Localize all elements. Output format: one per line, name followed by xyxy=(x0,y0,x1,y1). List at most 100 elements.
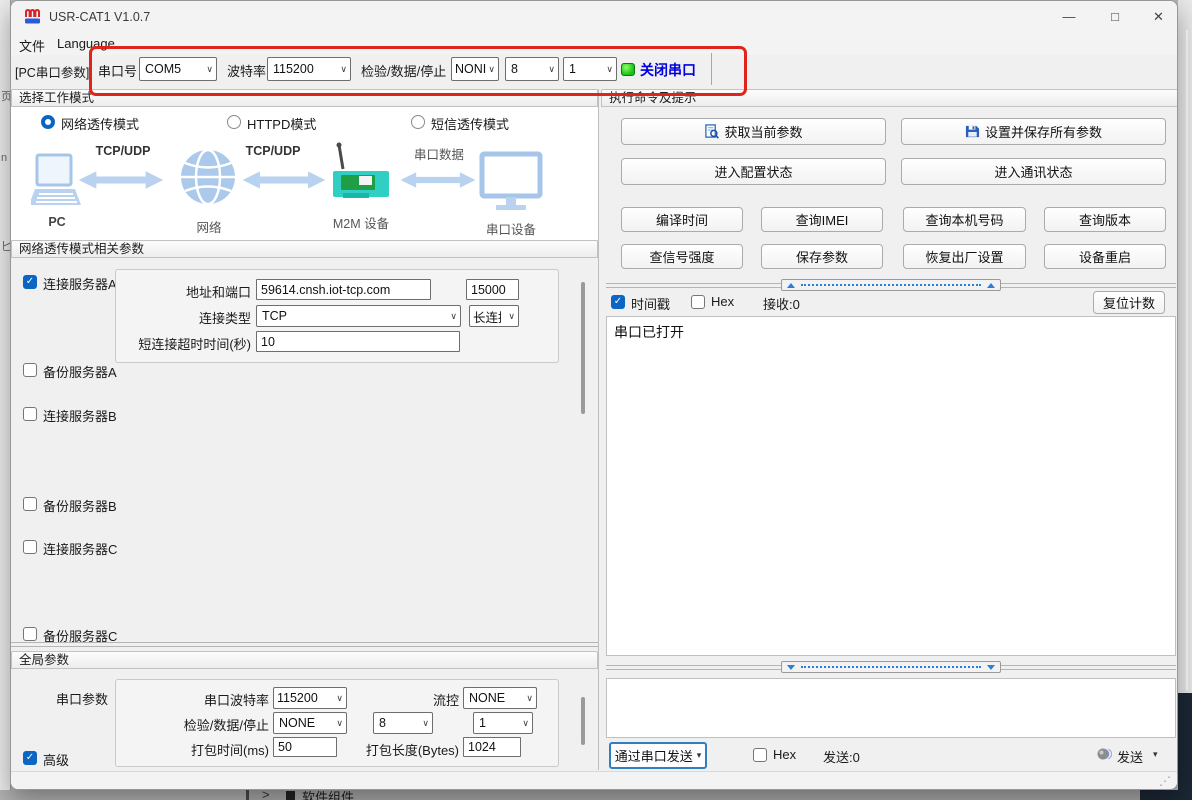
chevron-down-icon: ∨ xyxy=(422,718,429,729)
checkbox-tx-hex[interactable] xyxy=(753,748,767,762)
g-baud-select[interactable]: 115200 ∨ xyxy=(273,687,347,709)
chevron-down-icon: ∨ xyxy=(206,64,213,75)
checkbox-label-connect-server-a[interactable]: 连接服务器A xyxy=(43,274,117,293)
flow-select[interactable]: NONE ∨ xyxy=(463,687,537,709)
stopbits-value: 1 xyxy=(569,62,576,76)
panel-divider[interactable] xyxy=(598,89,599,770)
dropdown-arrow-icon[interactable]: ▾ xyxy=(1153,749,1158,760)
send-input-area[interactable] xyxy=(606,678,1176,738)
g-databits-value: 8 xyxy=(379,716,386,730)
g-parity-label: 检验/数据/停止 xyxy=(149,715,269,734)
checkbox-connect-server-a[interactable]: ✓ xyxy=(23,275,37,289)
port-select[interactable]: COM5 ∨ xyxy=(139,57,217,81)
g-databits-select[interactable]: 8 ∨ xyxy=(373,712,433,734)
checkbox-label-connect-server-b[interactable]: 连接服务器B xyxy=(43,406,117,425)
chevron-down-icon: ∨ xyxy=(508,311,515,322)
left-panel-scrollbar[interactable] xyxy=(581,282,585,414)
short-conn-timeout-input[interactable] xyxy=(256,331,460,352)
checkbox-label-rx-hex[interactable]: Hex xyxy=(711,294,734,309)
section-header-global-params[interactable]: 全局参数 xyxy=(11,651,598,669)
window-title: USR-CAT1 V1.0.7 xyxy=(49,10,150,24)
g-parity-select[interactable]: NONE ∨ xyxy=(273,712,347,734)
tx-count-label: 发送:0 xyxy=(823,747,860,766)
server-a-port-input[interactable] xyxy=(466,279,519,300)
double-arrow-icon xyxy=(241,167,327,193)
radio-httpd-mode[interactable] xyxy=(227,115,241,129)
chevron-down-icon: ∨ xyxy=(548,64,555,75)
section-header-work-mode[interactable]: 选择工作模式 xyxy=(11,89,598,107)
receive-log-area[interactable]: 串口已打开 xyxy=(606,316,1176,656)
close-button[interactable]: ✕ xyxy=(1138,1,1178,32)
databits-select[interactable]: 8 ∨ xyxy=(505,57,559,81)
checkbox-backup-server-a[interactable] xyxy=(23,363,37,377)
checkbox-timestamp[interactable]: ✓ xyxy=(611,295,625,309)
button-label: 查信号强度 xyxy=(649,247,714,266)
checkbox-label-advanced[interactable]: 高级 xyxy=(43,750,69,769)
query-imei-button[interactable]: 查询IMEI xyxy=(761,207,883,232)
enter-comm-state-button[interactable]: 进入通讯状态 xyxy=(901,158,1166,185)
divider xyxy=(11,642,598,643)
radio-label-net-transparent[interactable]: 网络透传模式 xyxy=(61,114,139,133)
checkbox-label-backup-server-b[interactable]: 备份服务器B xyxy=(43,496,117,515)
checkbox-connect-server-c[interactable] xyxy=(23,540,37,554)
send-via-serial-button[interactable]: 通过串口发送 ▾ xyxy=(609,742,707,769)
section-header-commands[interactable]: 执行命令及提示 xyxy=(601,89,1178,107)
checkbox-connect-server-b[interactable] xyxy=(23,407,37,421)
radio-label-httpd[interactable]: HTTPD模式 xyxy=(247,114,316,133)
minimize-button[interactable]: — xyxy=(1046,1,1092,32)
port-value: COM5 xyxy=(145,62,181,76)
flow-value: NONE xyxy=(469,691,505,705)
checkbox-label-connect-server-c[interactable]: 连接服务器C xyxy=(43,539,117,558)
reset-count-button[interactable]: 复位计数 xyxy=(1093,291,1165,314)
save-params-button[interactable]: 保存参数 xyxy=(761,244,883,269)
device-restart-button[interactable]: 设备重启 xyxy=(1044,244,1166,269)
compile-time-button[interactable]: 编译时间 xyxy=(621,207,743,232)
splitter-collapse-handle[interactable] xyxy=(781,661,1001,673)
checkbox-advanced[interactable]: ✓ xyxy=(23,751,37,765)
factory-reset-button[interactable]: 恢复出厂设置 xyxy=(903,244,1026,269)
g-parity-value: NONE xyxy=(279,716,315,730)
radio-net-transparent-mode[interactable] xyxy=(41,115,55,129)
close-serial-button[interactable]: 关闭串口 xyxy=(640,60,696,80)
radio-sms-transparent-mode[interactable] xyxy=(411,115,425,129)
chevron-down-icon: ∨ xyxy=(488,64,495,75)
query-signal-button[interactable]: 查信号强度 xyxy=(621,244,743,269)
g-stopbits-select[interactable]: 1 ∨ xyxy=(473,712,533,734)
menu-language[interactable]: Language xyxy=(57,36,115,51)
section-header-net-params[interactable]: 网络透传模式相关参数 xyxy=(11,240,598,258)
stopbits-select[interactable]: 1 ∨ xyxy=(563,57,617,81)
maximize-button[interactable]: □ xyxy=(1092,1,1138,32)
checkbox-rx-hex[interactable] xyxy=(691,295,705,309)
button-label: 通过串口发送 xyxy=(615,746,693,765)
checkbox-label-timestamp[interactable]: 时间戳 xyxy=(631,294,670,313)
conn-mode-select[interactable]: 长连接 ∨ xyxy=(469,305,519,327)
pack-time-input[interactable] xyxy=(273,737,337,757)
diagram-node-label-serial-device: 串口设备 xyxy=(479,219,543,238)
baud-select[interactable]: 115200 ∨ xyxy=(267,57,351,81)
conn-type-select[interactable]: TCP ∨ xyxy=(256,305,461,327)
short-conn-timeout-label: 短连接超时时间(秒) xyxy=(101,334,251,353)
query-version-button[interactable]: 查询版本 xyxy=(1044,207,1166,232)
diagram-node-label-network: 网络 xyxy=(181,217,237,236)
get-current-params-button[interactable]: 获取当前参数 xyxy=(621,118,886,145)
splitter-collapse-handle[interactable] xyxy=(781,279,1001,291)
pack-len-input[interactable] xyxy=(463,737,521,757)
checkbox-label-tx-hex[interactable]: Hex xyxy=(773,747,796,762)
enter-config-state-button[interactable]: 进入配置状态 xyxy=(621,158,886,185)
query-local-number-button[interactable]: 查询本机号码 xyxy=(903,207,1026,232)
send-button[interactable]: 发送 xyxy=(1117,747,1143,766)
send-icon[interactable] xyxy=(1096,746,1112,762)
menu-file[interactable]: 文件 xyxy=(19,36,45,55)
maximize-icon: □ xyxy=(1111,9,1119,24)
server-a-address-input[interactable] xyxy=(256,279,431,300)
parity-select[interactable]: NONI ∨ xyxy=(451,57,499,81)
radio-label-sms[interactable]: 短信透传模式 xyxy=(431,114,509,133)
global-scrollbar[interactable] xyxy=(581,697,585,745)
checkbox-backup-server-c[interactable] xyxy=(23,627,37,641)
set-save-all-params-button[interactable]: 设置并保存所有参数 xyxy=(901,118,1166,145)
resize-grip-icon[interactable]: ⋰ xyxy=(1159,774,1171,788)
app-logo-icon xyxy=(24,9,41,25)
diagram-link-label-tcpudp-2: TCP/UDP xyxy=(233,144,313,158)
checkbox-label-backup-server-a[interactable]: 备份服务器A xyxy=(43,362,117,381)
checkbox-backup-server-b[interactable] xyxy=(23,497,37,511)
